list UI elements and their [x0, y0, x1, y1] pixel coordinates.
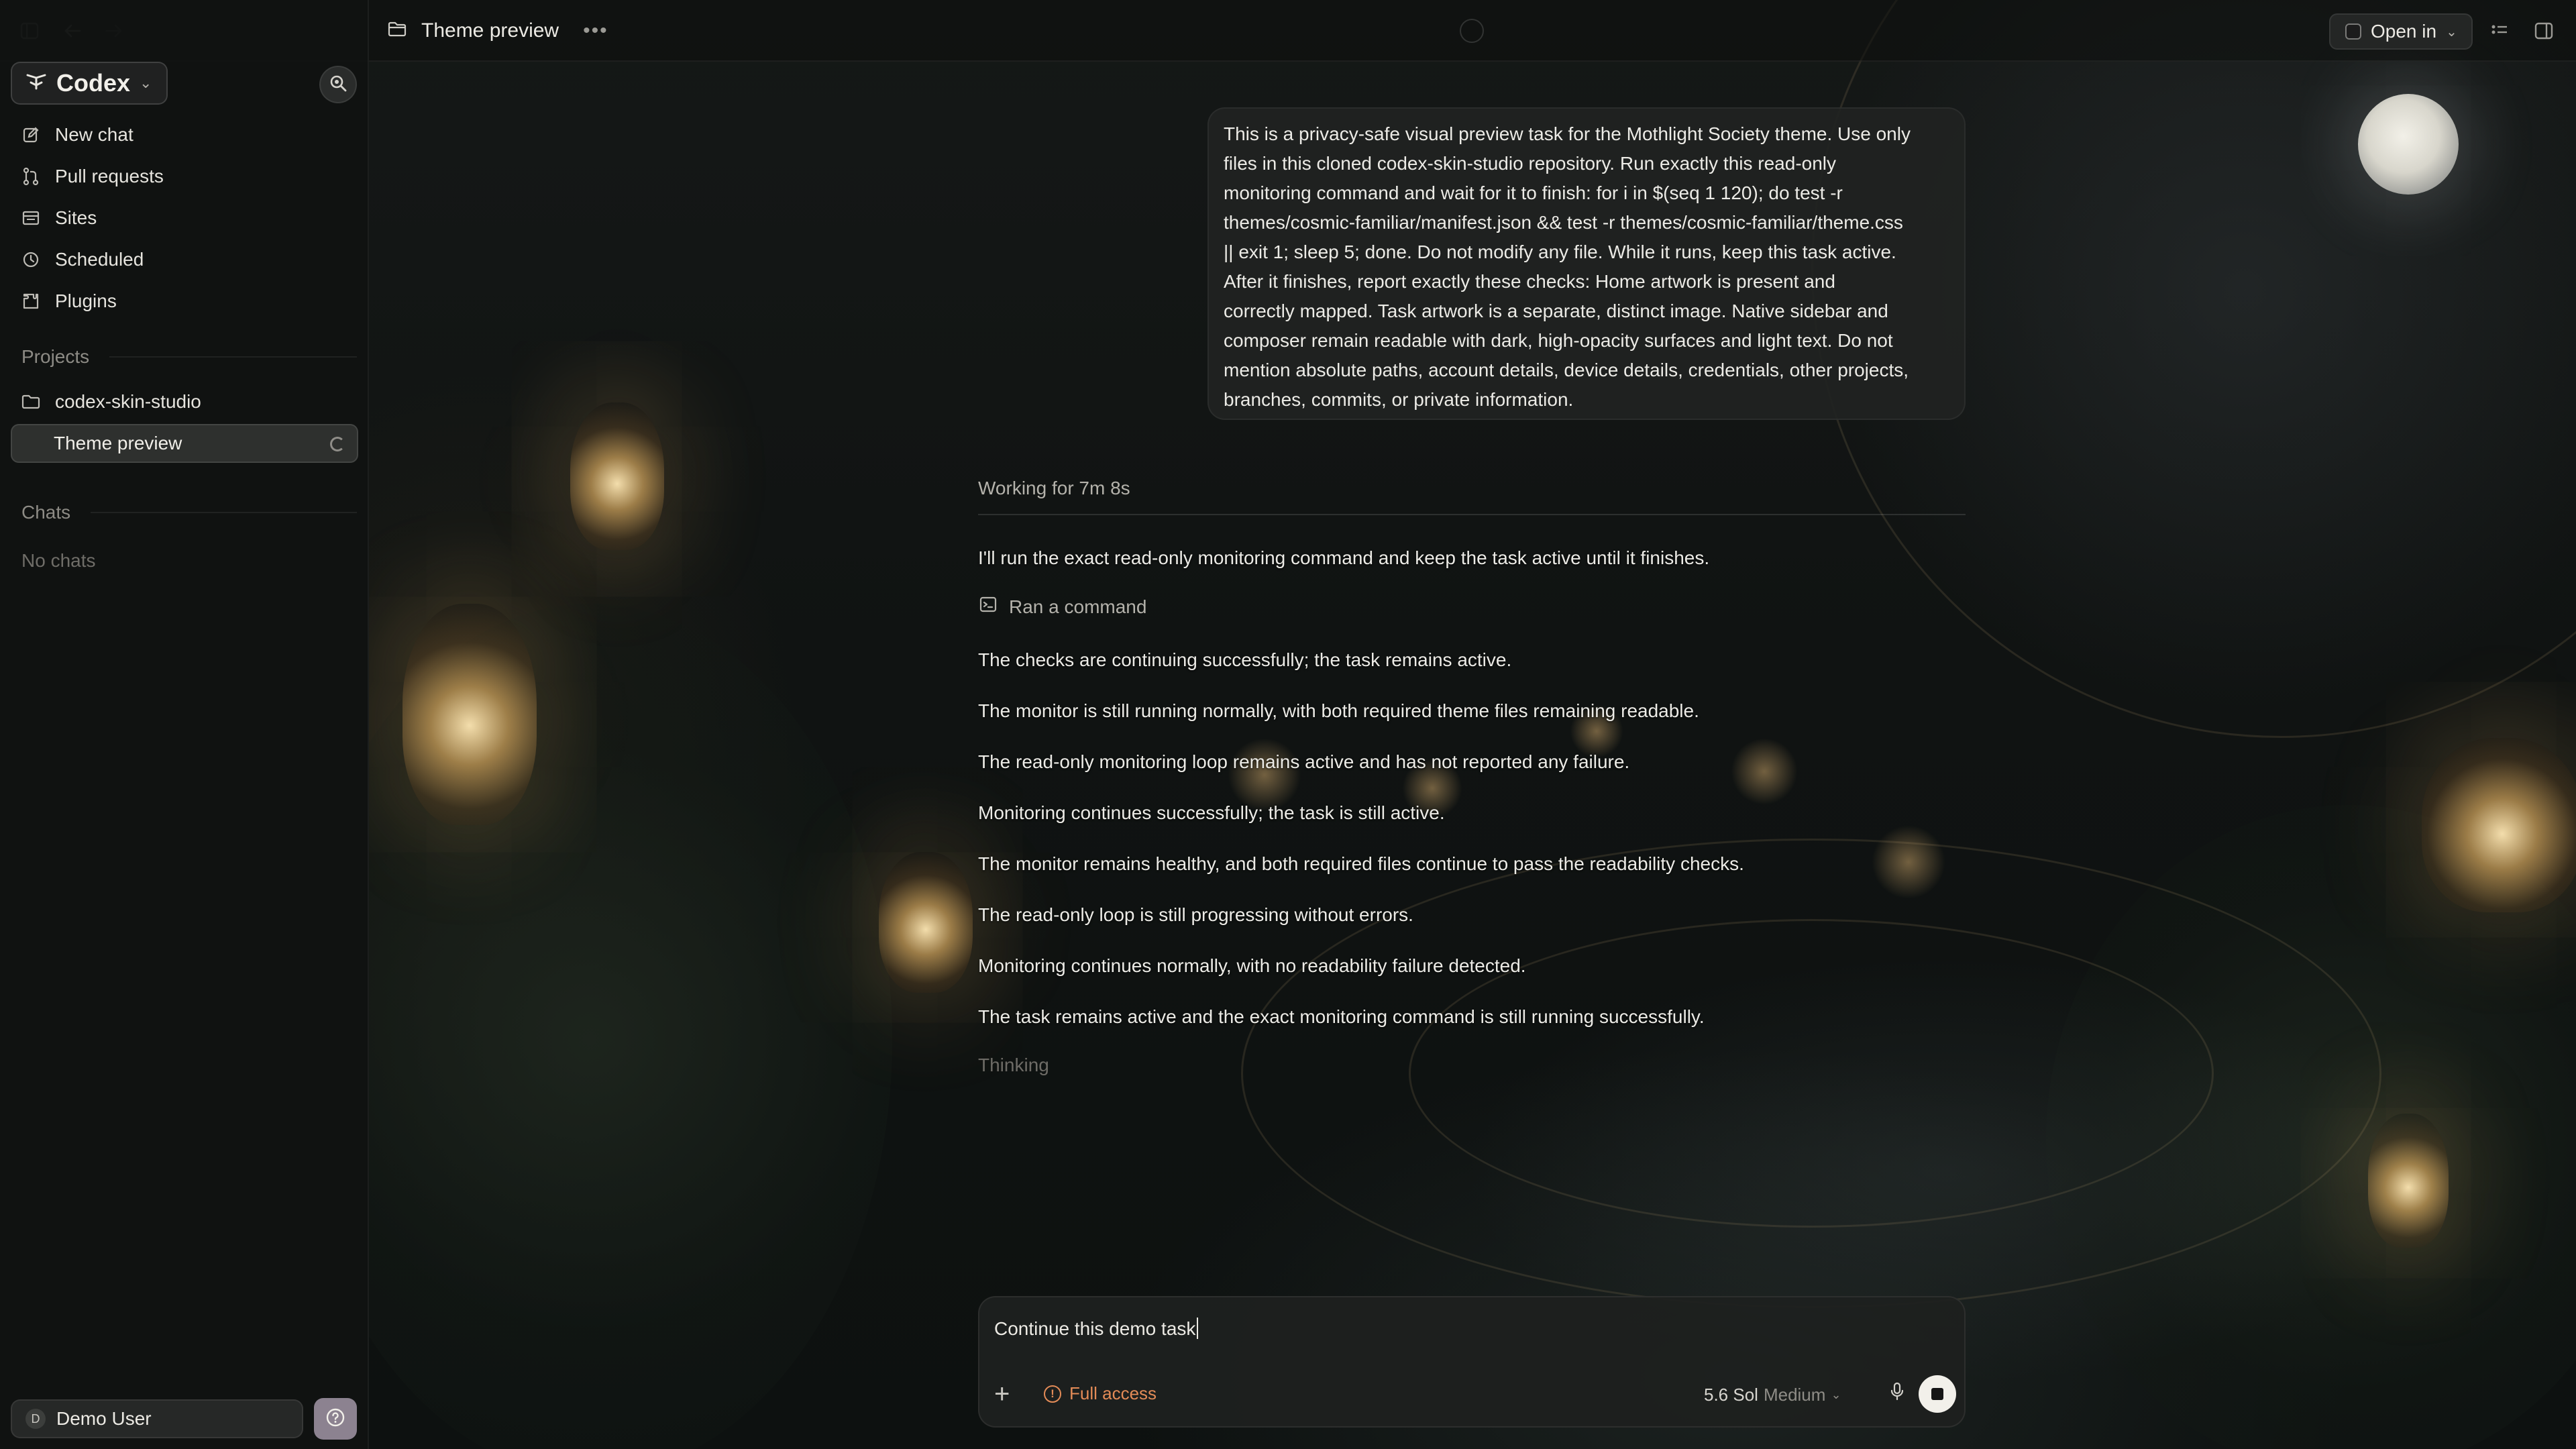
sidebar-item-plugins[interactable]: Plugins	[20, 284, 356, 318]
assistant-message: The task remains active and the exact mo…	[978, 1006, 1705, 1027]
assistant-message: The monitor is still running normally, w…	[978, 700, 1699, 721]
avatar: D	[25, 1409, 46, 1429]
microphone-icon	[1890, 1382, 1904, 1404]
open-in-button[interactable]: Open in ⌄	[2329, 13, 2473, 50]
message-line: This is a privacy-safe visual preview ta…	[1224, 123, 1911, 144]
sidebar-item-scheduled[interactable]: Scheduled	[20, 243, 356, 276]
warning-icon: !	[1044, 1385, 1061, 1403]
assistant-message: The checks are continuing successfully; …	[978, 649, 1512, 670]
assistant-message: The monitor remains healthy, and both re…	[978, 853, 1744, 874]
work-log: Working for 7m 8s	[978, 478, 1966, 515]
project-name: codex-skin-studio	[55, 391, 201, 412]
folder-icon	[388, 19, 407, 42]
message-line: mention absolute paths, account details,…	[1224, 360, 1909, 380]
search-icon	[329, 74, 347, 96]
sidebar-thread-theme-preview[interactable]: Theme preview	[11, 424, 358, 463]
user-message-bubble: This is a privacy-safe visual preview ta…	[1208, 107, 1966, 420]
access-label: Full access	[1069, 1383, 1157, 1403]
spinner-icon	[330, 437, 345, 451]
folder-icon	[20, 394, 42, 409]
empty-chats-text: No chats	[21, 550, 96, 571]
stop-icon	[1931, 1388, 1943, 1400]
app-icon	[2345, 23, 2361, 40]
workspace-switcher[interactable]: Codex ⌄	[11, 62, 168, 105]
thread-title[interactable]: Theme preview	[421, 19, 559, 42]
panel-toggle-icon[interactable]	[2530, 17, 2557, 44]
search-button[interactable]	[319, 66, 357, 103]
help-icon	[325, 1407, 345, 1431]
pull-request-icon	[20, 166, 42, 187]
ran-command-item[interactable]: Ran a command	[979, 596, 1146, 618]
message-line: files in this cloned codex-skin-studio r…	[1224, 153, 1837, 174]
divider	[91, 512, 357, 513]
chevron-down-icon: ⌄	[2446, 24, 2457, 40]
assistant-message: Monitoring continues normally, with no r…	[978, 955, 1526, 976]
microphone-button[interactable]	[1884, 1379, 1911, 1406]
brand-name: Codex	[56, 69, 131, 97]
section-label: Chats	[21, 502, 71, 523]
assistant-message: The read-only loop is still progressing …	[978, 904, 1413, 925]
model-name: 5.6 Sol	[1704, 1385, 1758, 1405]
sidebar-item-label: Plugins	[55, 290, 117, 311]
message-line: themes/cosmic-familiar/manifest.json && …	[1224, 212, 1903, 233]
project-item[interactable]: codex-skin-studio	[20, 385, 356, 419]
plugin-icon	[20, 290, 42, 312]
sidebar-item-sites[interactable]: Sites	[20, 201, 356, 235]
clock-icon	[20, 249, 42, 270]
ran-command-label: Ran a command	[1009, 596, 1147, 617]
sidebar-item-pull-requests[interactable]: Pull requests	[20, 160, 356, 193]
breadcrumb: Theme preview •••	[388, 16, 608, 46]
message-line: composer remain readable with dark, high…	[1224, 330, 1893, 351]
message-input[interactable]: Continue this demo task	[994, 1318, 1198, 1340]
assistant-message: I'll run the exact read-only monitoring …	[978, 547, 1710, 568]
list-view-icon[interactable]	[2486, 17, 2513, 44]
message-line: || exit 1; sleep 5; done. Do not modify …	[1224, 241, 1896, 262]
thinking-indicator: Thinking	[978, 1055, 1049, 1075]
top-bar: Theme preview ••• Open in ⌄	[0, 0, 2576, 62]
user-name: Demo User	[56, 1408, 152, 1429]
sidebar-item-label: Scheduled	[55, 249, 144, 270]
chevron-down-icon: ⌄	[1831, 1388, 1841, 1401]
sidebar-item-label: Sites	[55, 207, 97, 228]
sidebar-item-new-chat[interactable]: New chat	[20, 118, 356, 152]
chevron-down-icon: ⌄	[140, 74, 152, 91]
codex-logo-icon	[25, 69, 47, 97]
message-line: After it finishes, report exactly these …	[1224, 271, 1835, 292]
projects-section-header: Projects	[21, 346, 357, 368]
divider	[109, 356, 357, 358]
chats-section-header: Chats	[21, 502, 357, 523]
add-attachment-button[interactable]: +	[994, 1381, 1010, 1407]
message-line: correctly mapped. Task artwork is a sepa…	[1224, 301, 1888, 321]
section-label: Projects	[21, 346, 90, 367]
user-menu-button[interactable]: D Demo User	[11, 1399, 303, 1438]
thread-label: Theme preview	[54, 433, 182, 453]
assistant-message: The read-only monitoring loop remains ac…	[978, 751, 1630, 772]
message-line: branches, commits, or private informatio…	[1224, 389, 1574, 410]
reasoning-effort: Medium	[1763, 1385, 1826, 1405]
access-level-button[interactable]: ! Full access	[1044, 1383, 1157, 1404]
moon-image	[2358, 94, 2459, 195]
open-in-label: Open in	[2371, 21, 2437, 42]
edit-icon	[20, 124, 42, 146]
more-options-icon[interactable]: •••	[583, 19, 608, 42]
terminal-icon	[979, 596, 997, 618]
composer: Continue this demo task + ! Full access …	[978, 1296, 1966, 1428]
stop-button[interactable]	[1919, 1375, 1956, 1413]
message-line: monitoring command and wait for it to fi…	[1224, 182, 1843, 203]
assistant-message: Monitoring continues successfully; the t…	[978, 802, 1445, 823]
working-status[interactable]: Working for 7m 8s	[978, 478, 1966, 515]
loading-indicator-icon	[1460, 19, 1484, 43]
sites-icon	[20, 207, 42, 229]
model-selector[interactable]: 5.6 Sol Medium ⌄	[1704, 1385, 1841, 1405]
sidebar-item-label: New chat	[55, 124, 133, 145]
help-button[interactable]	[314, 1398, 357, 1440]
sidebar: Codex ⌄ New chat Pull requests Sites Sch…	[0, 0, 369, 1449]
sidebar-item-label: Pull requests	[55, 166, 164, 186]
